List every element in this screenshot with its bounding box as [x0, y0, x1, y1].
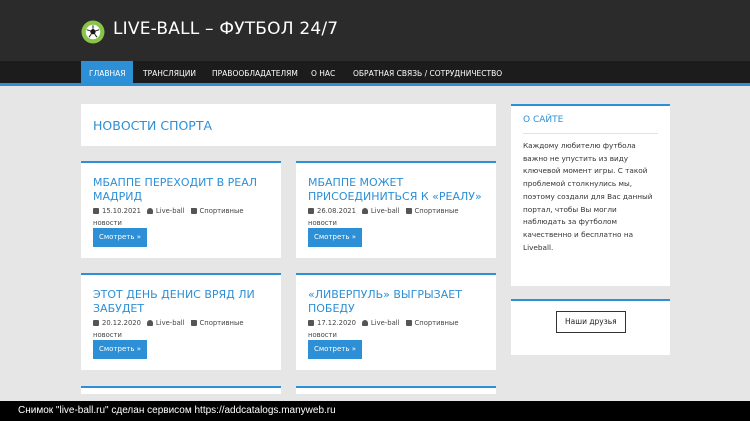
friends-widget: Наши друзья: [511, 299, 670, 355]
nav-item-rightholders[interactable]: ПРАВООБЛАДАТЕЛЯМ: [212, 61, 298, 86]
page-header-card: НОВОСТИ СПОРТА: [81, 104, 496, 146]
read-more-button[interactable]: Смотреть »: [93, 340, 147, 359]
nav-item-about[interactable]: О НАС: [311, 61, 335, 86]
post-card: [81, 386, 281, 394]
post-date: 17.12.2020: [317, 319, 356, 327]
post-author[interactable]: Live-ball: [156, 319, 185, 327]
calendar-icon: [308, 207, 314, 214]
site-header: LIVE-BALL – ФУТБОЛ 24/7: [0, 0, 750, 61]
about-text: Каждому любителю футбола важно не упусти…: [523, 141, 653, 252]
post-card: МБАППЕ ПЕРЕХОДИТ В РЕАЛ МАДРИД 15.10.202…: [81, 161, 281, 258]
post-meta: 26.08.2021 Live-ball Спортивные новости: [308, 205, 488, 229]
screenshot-caption: Снимок "live-ball.ru" сделан сервисом ht…: [18, 405, 336, 416]
post-title[interactable]: МБАППЕ МОЖЕТ ПРИСОЕДИНИТЬСЯ К «РЕАЛУ»: [308, 176, 488, 204]
folder-icon: [405, 207, 412, 214]
post-date: 15.10.2021: [102, 207, 141, 215]
calendar-icon: [93, 319, 99, 326]
read-more-button[interactable]: Смотреть »: [93, 228, 147, 247]
calendar-icon: [93, 207, 99, 214]
main-nav: ГЛАВНАЯ ТРАНСЛЯЦИИ ПРАВООБЛАДАТЕЛЯМ О НА…: [0, 61, 750, 86]
post-author[interactable]: Live-ball: [371, 319, 400, 327]
site-title[interactable]: LIVE-BALL – ФУТБОЛ 24/7: [113, 19, 338, 39]
about-widget: О САЙТЕ Каждому любителю футбола важно н…: [511, 104, 670, 286]
nav-item-broadcasts[interactable]: ТРАНСЛЯЦИИ: [143, 61, 196, 86]
post-title[interactable]: ЭТОТ ДЕНЬ ДЕНИС ВРЯД ЛИ ЗАБУДЕТ: [93, 288, 273, 316]
read-more-button[interactable]: Смотреть »: [308, 340, 362, 359]
post-meta: 20.12.2020 Live-ball Спортивные новости: [93, 317, 273, 341]
calendar-icon: [308, 319, 314, 326]
post-card: [296, 386, 496, 394]
post-card: МБАППЕ МОЖЕТ ПРИСОЕДИНИТЬСЯ К «РЕАЛУ» 26…: [296, 161, 496, 258]
post-title[interactable]: МБАППЕ ПЕРЕХОДИТ В РЕАЛ МАДРИД: [93, 176, 273, 204]
post-meta: 15.10.2021 Live-ball Спортивные новости: [93, 205, 273, 229]
nav-item-feedback[interactable]: ОБРАТНАЯ СВЯЗЬ / СОТРУДНИЧЕСТВО: [353, 61, 502, 86]
soccer-ball-icon[interactable]: [81, 20, 105, 44]
user-icon: [361, 319, 368, 326]
folder-icon: [190, 207, 197, 214]
user-icon: [146, 319, 153, 326]
read-more-button[interactable]: Смотреть »: [308, 228, 362, 247]
post-card: «ЛИВЕРПУЛЬ» ВЫГРЫЗАЕТ ПОБЕДУ 17.12.2020 L…: [296, 273, 496, 370]
post-author[interactable]: Live-ball: [156, 207, 185, 215]
user-icon: [146, 207, 153, 214]
post-author[interactable]: Live-ball: [371, 207, 400, 215]
page-title: НОВОСТИ СПОРТА: [93, 118, 213, 133]
folder-icon: [190, 319, 197, 326]
friends-button[interactable]: Наши друзья: [556, 311, 626, 333]
nav-item-home[interactable]: ГЛАВНАЯ: [81, 61, 134, 86]
user-icon: [361, 207, 368, 214]
screenshot-caption-bar: Снимок "live-ball.ru" сделан сервисом ht…: [0, 401, 750, 421]
post-meta: 17.12.2020 Live-ball Спортивные новости: [308, 317, 488, 341]
post-date: 26.08.2021: [317, 207, 356, 215]
post-date: 20.12.2020: [102, 319, 141, 327]
post-card: ЭТОТ ДЕНЬ ДЕНИС ВРЯД ЛИ ЗАБУДЕТ 20.12.20…: [81, 273, 281, 370]
post-title[interactable]: «ЛИВЕРПУЛЬ» ВЫГРЫЗАЕТ ПОБЕДУ: [308, 288, 488, 316]
folder-icon: [405, 319, 412, 326]
widget-title: О САЙТЕ: [523, 115, 564, 125]
widget-divider: [523, 133, 658, 134]
